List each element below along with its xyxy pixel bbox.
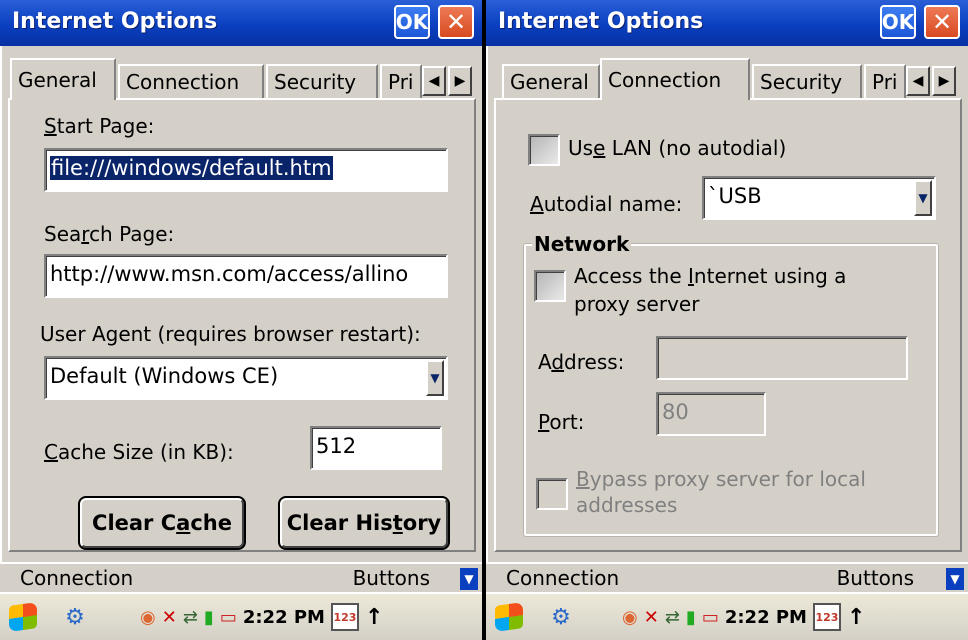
- network-app-icon[interactable]: ⚙: [546, 602, 576, 632]
- command-bar: Connection Buttons ▼: [486, 562, 968, 592]
- signal-icon[interactable]: ▮: [686, 607, 696, 628]
- tab-privacy[interactable]: Pri: [380, 64, 422, 98]
- window-title: Internet Options: [498, 9, 704, 34]
- arrow-left-icon: ◀: [428, 73, 440, 89]
- tab-connection[interactable]: Connection: [600, 58, 750, 100]
- start-button[interactable]: [8, 602, 38, 632]
- use-lan-label[interactable]: Use LAN (no autodial): [568, 136, 786, 160]
- search-page-label: Search Page:: [44, 222, 175, 246]
- start-page-label: Start Page:: [44, 114, 155, 138]
- arrow-right-icon: ▶: [454, 73, 466, 89]
- dropdown-button[interactable]: ▼: [426, 360, 444, 396]
- general-panel: Start Page: file:///windows/default.htm …: [8, 98, 476, 552]
- taskbar: ⚙ ◉ ✕ ⇄ ▮ ▭ 2:22 PM 123 ↑: [0, 592, 482, 640]
- chevron-down-icon: ▼: [430, 371, 440, 385]
- tab-connection[interactable]: Connection: [118, 64, 264, 98]
- autodial-select[interactable]: `USB ▼: [702, 176, 936, 220]
- search-page-input[interactable]: http://www.msn.com/access/allino: [44, 254, 448, 298]
- address-input[interactable]: [656, 336, 908, 380]
- use-lan-checkbox[interactable]: [528, 134, 560, 166]
- cache-size-label: Cache Size (in KB):: [44, 440, 234, 464]
- sync-icon[interactable]: ⇄: [183, 607, 198, 628]
- screen-general: Internet Options OK ✕ General Connection…: [0, 0, 484, 640]
- ok-button[interactable]: OK: [880, 5, 916, 39]
- input-panel-icon[interactable]: 123: [330, 603, 359, 631]
- tab-scroll-left-button[interactable]: ◀: [906, 66, 930, 96]
- windows-logo-icon: [495, 602, 523, 632]
- cmdbar-buttons[interactable]: Buttons: [837, 566, 914, 590]
- up-arrow-icon[interactable]: ↑: [847, 605, 865, 630]
- color-wheel-icon[interactable]: ◉: [622, 607, 638, 628]
- clear-cache-button[interactable]: Clear Ca che: [78, 496, 246, 550]
- chevron-down-icon: ▼: [918, 191, 928, 205]
- no-connection-icon[interactable]: ✕: [644, 607, 659, 628]
- proxy-checkbox[interactable]: [534, 270, 566, 302]
- dropdown-button[interactable]: ▼: [914, 180, 932, 216]
- start-page-input[interactable]: file:///windows/default.htm: [44, 148, 448, 192]
- tab-privacy[interactable]: Pri: [864, 64, 906, 98]
- up-arrow-icon[interactable]: ↑: [365, 605, 383, 630]
- clear-history-button[interactable]: Clear His t ory: [278, 496, 450, 550]
- close-button[interactable]: ✕: [924, 5, 960, 39]
- tab-security[interactable]: Security: [266, 64, 378, 98]
- address-label: Address:: [538, 350, 625, 374]
- port-label: Port:: [538, 410, 585, 434]
- bypass-checkbox[interactable]: [536, 478, 568, 510]
- dialog-client: General Connection Security Pri ◀ ▶ Use …: [486, 46, 968, 562]
- close-button[interactable]: ✕: [438, 5, 474, 39]
- bypass-label[interactable]: Bypass proxy server for local addresses: [576, 466, 866, 518]
- arrow-right-icon: ▶: [938, 73, 950, 89]
- ok-button[interactable]: OK: [394, 5, 430, 39]
- title-bar: Internet Options OK ✕: [0, 0, 482, 46]
- tab-general[interactable]: General: [502, 64, 600, 98]
- screen-connection: Internet Options OK ✕ General Connection…: [486, 0, 968, 640]
- window-title: Internet Options: [12, 9, 218, 34]
- tab-scroll-left-button[interactable]: ◀: [422, 66, 446, 96]
- system-tray: ◉ ✕ ⇄ ▮ ▭ 2:22 PM 123 ↑: [140, 600, 383, 634]
- close-icon: ✕: [445, 8, 467, 36]
- input-panel-icon[interactable]: 123: [812, 603, 841, 631]
- dialog-client: General Connection Security Pri ◀ ▶ Star…: [0, 46, 482, 562]
- tab-scroll-right-button[interactable]: ▶: [448, 66, 472, 96]
- arrow-left-icon: ◀: [912, 73, 924, 89]
- clock[interactable]: 2:22 PM: [725, 607, 807, 628]
- cmdbar-connection[interactable]: Connection: [506, 566, 619, 590]
- cmdbar-scroll-down-icon[interactable]: ▼: [460, 568, 478, 590]
- color-wheel-icon[interactable]: ◉: [140, 607, 156, 628]
- tab-scroll-right-button[interactable]: ▶: [932, 66, 956, 96]
- title-bar: Internet Options OK ✕: [486, 0, 968, 46]
- network-app-icon[interactable]: ⚙: [60, 602, 90, 632]
- no-connection-icon[interactable]: ✕: [162, 607, 177, 628]
- tab-general[interactable]: General: [10, 58, 116, 100]
- tab-strip: General Connection Security Pri ◀ ▶: [496, 58, 968, 100]
- battery-icon[interactable]: ▭: [220, 607, 237, 628]
- start-button[interactable]: [494, 602, 524, 632]
- user-agent-label: User Agent (requires browser restart):: [40, 322, 421, 346]
- taskbar: ⚙ ◉ ✕ ⇄ ▮ ▭ 2:22 PM 123 ↑: [486, 592, 968, 640]
- signal-icon[interactable]: ▮: [204, 607, 214, 628]
- user-agent-select[interactable]: Default (Windows CE) ▼: [44, 356, 448, 400]
- port-input[interactable]: 80: [656, 392, 766, 436]
- system-tray: ◉ ✕ ⇄ ▮ ▭ 2:22 PM 123 ↑: [622, 600, 865, 634]
- cmdbar-buttons[interactable]: Buttons: [353, 566, 430, 590]
- proxy-label[interactable]: Access the Internet using a proxy server: [574, 262, 846, 318]
- cmdbar-scroll-down-icon[interactable]: ▼: [946, 568, 964, 590]
- network-group-title: Network: [532, 232, 632, 256]
- sync-icon[interactable]: ⇄: [665, 607, 680, 628]
- connection-panel: Use LAN (no autodial) Autodial name: `US…: [494, 98, 962, 552]
- windows-logo-icon: [9, 602, 37, 632]
- cache-size-input[interactable]: 512: [310, 426, 442, 470]
- tab-security[interactable]: Security: [752, 64, 862, 98]
- cmdbar-connection[interactable]: Connection: [20, 566, 133, 590]
- close-icon: ✕: [931, 8, 953, 36]
- clock[interactable]: 2:22 PM: [243, 607, 325, 628]
- autodial-label: Autodial name:: [530, 192, 683, 216]
- tab-strip: General Connection Security Pri ◀ ▶: [10, 58, 482, 100]
- command-bar: Connection Buttons ▼: [0, 562, 482, 592]
- battery-icon[interactable]: ▭: [702, 607, 719, 628]
